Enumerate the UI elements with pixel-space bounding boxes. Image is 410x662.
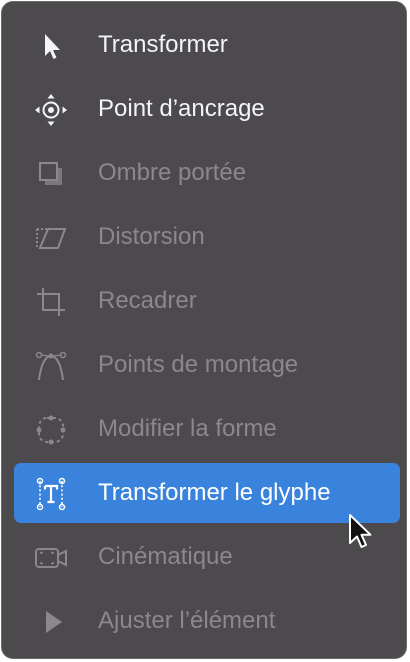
menu-item-distort: Distorsion	[14, 207, 400, 267]
cinematic-icon	[34, 541, 68, 575]
menu-item-label: Recadrer	[98, 287, 197, 314]
menu-item-label: Points de montage	[98, 351, 299, 378]
transform-glyph-icon	[34, 477, 68, 511]
menu-item-anchor-point[interactable]: Point d’ancrage	[14, 79, 400, 139]
adjust-item-icon	[34, 605, 68, 639]
menu-item-label: Distorsion	[98, 223, 205, 250]
menu-item-modify-shape: Modifier la forme	[14, 399, 400, 459]
anchor-point-icon	[34, 93, 68, 127]
tool-menu: Transformer Point d’ancrage Ombre portée	[1, 1, 407, 659]
menu-item-adjust-item: Ajuster l’élément	[14, 591, 400, 651]
arrow-pointer-icon	[34, 29, 68, 63]
menu-item-transformer[interactable]: Transformer	[14, 15, 400, 75]
drop-shadow-icon	[34, 157, 68, 191]
menu-item-transform-glyph[interactable]: Transformer le glyphe	[14, 463, 400, 523]
menu-item-label: Transformer le glyphe	[98, 479, 331, 506]
menu-item-label: Ombre portée	[98, 159, 247, 186]
menu-item-cinematic: Cinématique	[14, 527, 400, 587]
menu-item-crop: Recadrer	[14, 271, 400, 331]
modify-shape-icon	[34, 413, 68, 447]
menu-item-label: Modifier la forme	[98, 415, 277, 442]
menu-item-drop-shadow: Ombre portée	[14, 143, 400, 203]
crop-icon	[34, 285, 68, 319]
mouse-cursor-icon	[348, 513, 376, 553]
menu-item-edit-points: Points de montage	[14, 335, 400, 395]
menu-item-label: Ajuster l’élément	[98, 607, 276, 634]
menu-item-label: Point d’ancrage	[98, 95, 265, 122]
distort-icon	[34, 221, 68, 255]
menu-item-label: Transformer	[98, 31, 228, 58]
edit-points-icon	[34, 349, 68, 383]
menu-item-label: Cinématique	[98, 543, 233, 570]
